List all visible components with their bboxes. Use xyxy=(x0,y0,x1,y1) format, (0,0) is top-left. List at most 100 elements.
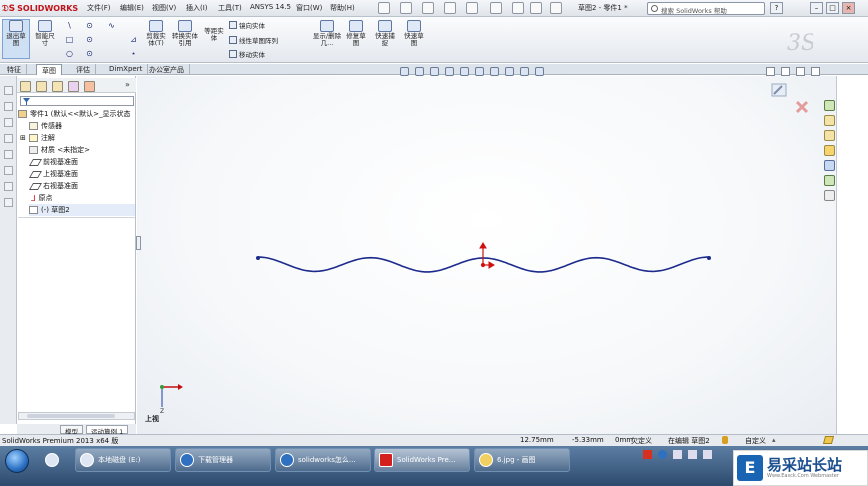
strip-tool-icon[interactable] xyxy=(4,102,13,111)
undo-icon[interactable] xyxy=(466,2,478,14)
view-settings-icon[interactable] xyxy=(535,67,544,76)
strip-tool-icon[interactable] xyxy=(4,182,13,191)
tray-network-icon[interactable] xyxy=(673,450,682,459)
zoom-to-fit-icon[interactable] xyxy=(400,67,409,76)
viewport-close-icon[interactable] xyxy=(811,67,820,76)
panel-horizontal-scrollbar[interactable] xyxy=(18,412,135,420)
tree-item-annotations[interactable]: ⊞ 注解 xyxy=(20,132,55,144)
section-view-icon[interactable] xyxy=(445,67,454,76)
tab-sketch[interactable]: 草图 xyxy=(36,64,62,75)
tray-volume-icon[interactable] xyxy=(688,450,697,459)
tab-dimxpert[interactable]: DimXpert xyxy=(104,64,149,75)
property-manager-tab-icon[interactable] xyxy=(36,81,47,92)
rebuild-icon[interactable] xyxy=(512,2,524,14)
expand-panel-icon[interactable]: » xyxy=(125,80,130,89)
minimize-button[interactable]: – xyxy=(810,2,823,14)
maximize-button[interactable]: □ xyxy=(826,2,839,14)
strip-tool-icon[interactable] xyxy=(4,166,13,175)
tab-motion-study[interactable]: 运动算例 1 xyxy=(86,425,129,436)
exit-sketch-button[interactable]: 退出草图 xyxy=(4,20,28,47)
mirror-entities-button[interactable]: 镜向实体 xyxy=(229,20,265,30)
repair-sketch-button[interactable]: 修复草图 xyxy=(344,20,368,47)
tree-root-part[interactable]: 零件1 (默认<<默认>_显示状态 xyxy=(18,108,131,120)
taskbar-browser[interactable]: solidworks怎么... xyxy=(275,448,371,472)
tree-item-top-plane[interactable]: 上视基准面 xyxy=(28,168,78,180)
menu-ansys[interactable]: ANSYS 14.5 xyxy=(250,3,291,11)
trim-entities-button[interactable]: 剪裁实体(T) xyxy=(144,20,168,47)
arc-icon[interactable]: ⊙ xyxy=(84,35,95,44)
display-manager-tab-icon[interactable] xyxy=(84,81,95,92)
previous-view-icon[interactable] xyxy=(430,67,439,76)
tray-app-icon[interactable] xyxy=(643,450,652,459)
pinned-app-icon[interactable] xyxy=(40,448,66,472)
line-icon[interactable]: \ xyxy=(64,21,75,30)
help-search-input[interactable]: 搜索 SolidWorks 帮助 xyxy=(647,2,765,15)
menu-window[interactable]: 窗口(W) xyxy=(296,3,322,13)
menu-help[interactable]: 帮助(H) xyxy=(330,3,355,13)
convert-entities-button[interactable]: 转换实体引用 xyxy=(172,20,198,47)
save-icon[interactable] xyxy=(422,2,434,14)
point-icon[interactable]: ⊙ xyxy=(84,49,95,58)
viewport-max-icon[interactable] xyxy=(796,67,805,76)
strip-tool-icon[interactable] xyxy=(4,86,13,95)
tray-flag-icon[interactable] xyxy=(703,450,712,459)
expand-icon[interactable]: ⊞ xyxy=(20,134,26,142)
menu-view[interactable]: 视图(V) xyxy=(152,3,176,13)
tree-item-right-plane[interactable]: 右视基准面 xyxy=(28,180,78,192)
taskbar-download-manager[interactable]: 下载管理器 xyxy=(175,448,271,472)
spline-end-point[interactable] xyxy=(707,256,711,260)
polygon-icon[interactable]: ⊿ xyxy=(128,35,139,44)
strip-tool-icon[interactable] xyxy=(4,118,13,127)
help-button[interactable]: ? xyxy=(770,2,783,14)
feature-tree-tab-icon[interactable] xyxy=(20,81,31,92)
tab-evaluate[interactable]: 评估 xyxy=(71,64,96,75)
open-icon[interactable] xyxy=(400,2,412,14)
scroll-thumb[interactable] xyxy=(27,414,115,418)
hide-show-items-icon[interactable] xyxy=(490,67,499,76)
menu-file[interactable]: 文件(F) xyxy=(87,3,111,13)
circle-icon[interactable]: ⊙ xyxy=(84,21,95,30)
select-icon[interactable] xyxy=(490,2,502,14)
zoom-to-area-icon[interactable] xyxy=(415,67,424,76)
menu-tools[interactable]: 工具(T) xyxy=(218,3,242,13)
dimxpert-tab-icon[interactable] xyxy=(68,81,79,92)
taskbar-solidworks[interactable]: SolidWorks Pre... xyxy=(374,448,470,472)
slot-icon[interactable]: ○ xyxy=(64,49,75,58)
rectangle-icon[interactable]: □ xyxy=(64,35,75,44)
smart-dimension-button[interactable]: 智能尺寸 xyxy=(33,20,57,47)
units-chevron-icon[interactable]: ▴ xyxy=(772,436,776,444)
rebuild-indicator-icon[interactable] xyxy=(722,436,728,444)
view-orientation-icon[interactable] xyxy=(460,67,469,76)
tree-item-material[interactable]: 材质 <未指定> xyxy=(29,144,90,156)
tree-item-sketch2[interactable]: (-) 草图2 xyxy=(29,204,135,216)
menu-insert[interactable]: 插入(I) xyxy=(186,3,208,13)
menu-edit[interactable]: 编辑(E) xyxy=(120,3,144,13)
spline-icon[interactable]: ∿ xyxy=(106,21,117,30)
tab-office-products[interactable]: 办公室产品 xyxy=(144,64,190,75)
taskbar-paint[interactable]: 6.jpg - 画图 xyxy=(474,448,570,472)
tab-features[interactable]: 特征 xyxy=(2,64,27,75)
display-delete-relations-button[interactable]: 显示/删除几... xyxy=(312,20,342,47)
start-button-icon[interactable] xyxy=(5,449,29,473)
tree-item-origin[interactable]: ⅃ 原点 xyxy=(31,192,52,204)
edit-appearance-icon[interactable] xyxy=(505,67,514,76)
offset-entities-button[interactable]: 等距实体 xyxy=(202,28,226,42)
tray-app-icon[interactable] xyxy=(658,450,667,459)
tab-model[interactable]: 模型 xyxy=(60,425,83,436)
new-document-icon[interactable] xyxy=(378,2,390,14)
options-icon[interactable] xyxy=(550,2,562,14)
strip-tool-icon[interactable] xyxy=(4,134,13,143)
move-entities-button[interactable]: 移动实体 xyxy=(229,49,265,59)
configuration-tab-icon[interactable] xyxy=(52,81,63,92)
close-button[interactable]: × xyxy=(842,2,855,14)
tree-item-front-plane[interactable]: 前视基准面 xyxy=(28,156,78,168)
sketch-fillet-icon[interactable]: ⋆ xyxy=(128,49,139,58)
tree-item-sensors[interactable]: 传感器 xyxy=(29,120,62,132)
units-menu[interactable]: 自定义 xyxy=(745,436,766,446)
strip-tool-icon[interactable] xyxy=(4,198,13,207)
taskbar-local-disk[interactable]: 本地磁盘 (E:) xyxy=(75,448,171,472)
display-style-icon[interactable] xyxy=(475,67,484,76)
file-properties-icon[interactable] xyxy=(530,2,542,14)
quick-snaps-button[interactable]: 快速捕捉 xyxy=(373,20,397,47)
print-icon[interactable] xyxy=(444,2,456,14)
